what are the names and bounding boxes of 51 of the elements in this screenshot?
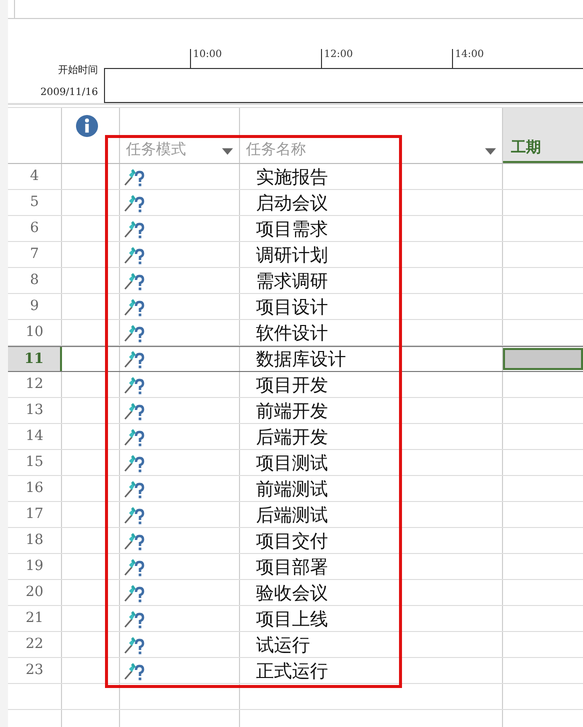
timeline-bar[interactable] — [104, 68, 583, 103]
row-number[interactable]: 14 — [8, 424, 62, 449]
task-name: 验收会议 — [255, 582, 328, 604]
task-name: 启动会议 — [255, 192, 328, 214]
timeline-tick: 12:00 — [321, 49, 452, 68]
task-name: 后端开发 — [255, 426, 328, 448]
row-number[interactable]: 13 — [8, 398, 62, 423]
dropdown-icon[interactable] — [485, 148, 496, 155]
task-name: 正式运行 — [255, 660, 328, 682]
task-name: 后端测试 — [255, 504, 328, 526]
row-number[interactable]: 7 — [8, 242, 62, 267]
row-number[interactable]: 23 — [8, 658, 62, 683]
task-name: 项目部署 — [255, 556, 328, 578]
row-number[interactable]: 5 — [8, 190, 62, 215]
row-number[interactable]: 11 — [8, 347, 62, 371]
task-name: 调研计划 — [255, 244, 328, 266]
row-number[interactable]: 8 — [8, 268, 62, 293]
row-number[interactable]: 10 — [8, 320, 62, 345]
row-number[interactable]: 9 — [8, 294, 62, 319]
task-name: 试运行 — [255, 634, 310, 656]
task-name: 前端开发 — [255, 400, 328, 422]
task-name: 项目上线 — [255, 608, 328, 630]
timeline-tick: 10:00 — [190, 49, 321, 68]
task-name: 项目测试 — [255, 452, 328, 474]
row-number[interactable]: 4 — [8, 164, 62, 189]
info-icon — [76, 115, 98, 137]
task-name: 项目需求 — [255, 218, 328, 240]
column-header[interactable]: 工期 — [503, 108, 583, 163]
task-name: 项目开发 — [255, 374, 328, 396]
task-name: 软件设计 — [255, 322, 328, 344]
row-number[interactable]: 22 — [8, 632, 62, 657]
task-name: 需求调研 — [255, 270, 328, 292]
row-number[interactable]: 15 — [8, 450, 62, 475]
row-number[interactable]: 17 — [8, 502, 62, 527]
row-number[interactable]: 12 — [8, 372, 62, 397]
task-name: 实施报告 — [255, 166, 328, 188]
task-name: 前端测试 — [255, 478, 328, 500]
row-number[interactable]: 20 — [8, 580, 62, 605]
row-number[interactable]: 19 — [8, 554, 62, 579]
timeline-start-date: 2009/11/16 — [40, 87, 98, 98]
task-name: 项目设计 — [255, 296, 328, 318]
row-number[interactable]: 16 — [8, 476, 62, 501]
dropdown-icon[interactable] — [222, 148, 233, 155]
row-number[interactable]: 6 — [8, 216, 62, 241]
timeline-start-label: 开始时间 — [58, 64, 98, 77]
task-name: 数据库设计 — [255, 348, 346, 371]
task-name: 项目交付 — [255, 530, 328, 552]
row-number[interactable]: 18 — [8, 528, 62, 553]
row-number[interactable]: 21 — [8, 606, 62, 631]
duration-cell[interactable] — [503, 348, 583, 370]
timeline-tick: 14:00 — [452, 49, 583, 68]
